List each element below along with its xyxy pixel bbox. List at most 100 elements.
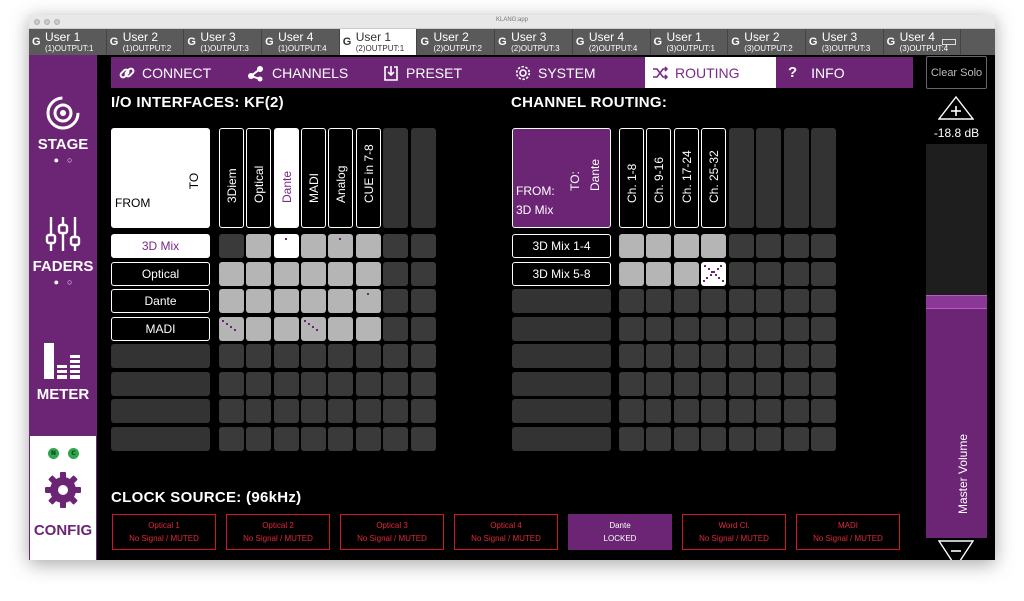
matrix-cell[interactable] xyxy=(246,427,271,451)
matrix-cell[interactable] xyxy=(356,372,381,396)
matrix-cell[interactable] xyxy=(328,427,353,451)
user-tab[interactable]: G User 1 (3)OUTPUT:1 xyxy=(651,29,729,55)
matrix-cell[interactable] xyxy=(328,344,353,368)
matrix-cell[interactable] xyxy=(274,344,299,368)
matrix-cell[interactable] xyxy=(619,262,644,286)
matrix-cell[interactable] xyxy=(619,427,644,451)
matrix-cell[interactable] xyxy=(811,317,836,341)
matrix-cell[interactable] xyxy=(701,372,726,396)
matrix-cell[interactable] xyxy=(729,262,754,286)
matrix-cell[interactable] xyxy=(219,234,244,258)
clock-source-button[interactable]: Optical 4 No Signal / MUTED xyxy=(454,514,558,550)
matrix-cell[interactable] xyxy=(411,289,436,313)
matrix-cell[interactable] xyxy=(756,262,781,286)
matrix-cell[interactable] xyxy=(383,317,408,341)
matrix-cell[interactable] xyxy=(646,399,671,423)
matrix-cell[interactable] xyxy=(219,262,244,286)
matrix-cell[interactable] xyxy=(246,289,271,313)
matrix-cell[interactable] xyxy=(383,234,408,258)
matrix-cell[interactable] xyxy=(356,399,381,423)
matrix-cell[interactable] xyxy=(219,289,244,313)
matrix-cell[interactable] xyxy=(356,234,381,258)
user-tab[interactable]: G User 3 (1)OUTPUT:3 xyxy=(184,29,263,55)
matrix-cell[interactable] xyxy=(674,372,699,396)
tab-info[interactable]: ? INFO xyxy=(776,57,913,88)
matrix-cell[interactable] xyxy=(674,289,699,313)
matrix-cell[interactable] xyxy=(674,262,699,286)
matrix-cell[interactable] xyxy=(619,317,644,341)
matrix-cell[interactable] xyxy=(356,427,381,451)
column-header[interactable]: Ch. 17-24 xyxy=(674,128,699,228)
matrix-cell[interactable] xyxy=(301,317,326,341)
row-label[interactable]: 3D Mix 5-8 xyxy=(512,262,611,286)
matrix-cell[interactable] xyxy=(328,372,353,396)
matrix-cell[interactable] xyxy=(674,317,699,341)
matrix-cell[interactable] xyxy=(383,289,408,313)
matrix-cell[interactable] xyxy=(674,427,699,451)
user-tab[interactable]: G User 4 (3)OUTPUT:4 xyxy=(884,29,962,55)
matrix-cell[interactable] xyxy=(646,344,671,368)
user-tab[interactable]: G User 2 (3)OUTPUT:2 xyxy=(728,29,806,55)
matrix-cell[interactable] xyxy=(729,289,754,313)
matrix-cell[interactable] xyxy=(383,262,408,286)
user-tab[interactable]: G User 1 (2)OUTPUT:1 xyxy=(339,29,418,55)
user-tab[interactable]: G User 4 (1)OUTPUT:4 xyxy=(262,29,340,55)
matrix-cell[interactable] xyxy=(246,262,271,286)
matrix-cell[interactable] xyxy=(729,427,754,451)
matrix-cell[interactable] xyxy=(246,234,271,258)
column-header[interactable]: Ch. 9-16 xyxy=(646,128,671,228)
matrix-cell[interactable] xyxy=(811,344,836,368)
matrix-cell[interactable] xyxy=(756,399,781,423)
matrix-cell[interactable] xyxy=(646,317,671,341)
matrix-cell[interactable] xyxy=(383,372,408,396)
matrix-cell[interactable] xyxy=(729,344,754,368)
clock-source-button[interactable]: Dante LOCKED xyxy=(568,514,672,550)
matrix-cell[interactable] xyxy=(701,317,726,341)
matrix-cell[interactable] xyxy=(619,289,644,313)
matrix-cell[interactable] xyxy=(811,372,836,396)
column-header[interactable]: CUE in 7-8 xyxy=(356,128,381,228)
matrix-cell[interactable] xyxy=(784,289,809,313)
matrix-cell[interactable] xyxy=(619,234,644,258)
row-label[interactable]: 3D Mix xyxy=(111,234,210,258)
matrix-cell[interactable] xyxy=(756,317,781,341)
matrix-cell[interactable] xyxy=(274,317,299,341)
column-header[interactable]: Ch. 1-8 xyxy=(619,128,644,228)
matrix-cell[interactable] xyxy=(784,344,809,368)
matrix-cell[interactable] xyxy=(756,344,781,368)
matrix-cell[interactable] xyxy=(646,289,671,313)
tab-routing[interactable]: ROUTING xyxy=(645,57,776,88)
matrix-cell[interactable] xyxy=(219,317,244,341)
clock-source-button[interactable]: MADI No Signal / MUTED xyxy=(796,514,900,550)
matrix-cell[interactable] xyxy=(411,317,436,341)
matrix-cell[interactable] xyxy=(756,289,781,313)
sidebar-item-stage[interactable]: STAGE ●○ xyxy=(29,95,97,165)
matrix-cell[interactable] xyxy=(411,427,436,451)
matrix-cell[interactable] xyxy=(729,317,754,341)
matrix-cell[interactable] xyxy=(701,289,726,313)
matrix-cell[interactable] xyxy=(674,234,699,258)
matrix-cell[interactable] xyxy=(756,234,781,258)
matrix-cell[interactable] xyxy=(219,372,244,396)
matrix-cell[interactable] xyxy=(383,399,408,423)
clock-source-button[interactable]: Optical 3 No Signal / MUTED xyxy=(340,514,444,550)
matrix-cell[interactable] xyxy=(784,427,809,451)
column-header[interactable]: Dante xyxy=(274,128,299,228)
matrix-cell[interactable] xyxy=(301,427,326,451)
matrix-cell[interactable] xyxy=(383,427,408,451)
clear-solo-button[interactable]: Clear Solo xyxy=(926,56,987,89)
sidebar-item-config[interactable]: N C CONFIG xyxy=(30,436,96,560)
matrix-cell[interactable] xyxy=(811,234,836,258)
tab-preset[interactable]: PRESET xyxy=(377,57,514,88)
matrix-cell[interactable] xyxy=(811,427,836,451)
matrix-cell[interactable] xyxy=(246,399,271,423)
matrix-cell[interactable] xyxy=(219,399,244,423)
matrix-cell[interactable] xyxy=(811,262,836,286)
matrix-cell[interactable] xyxy=(356,262,381,286)
matrix-cell[interactable] xyxy=(274,234,299,258)
matrix-cell[interactable] xyxy=(674,344,699,368)
user-tab[interactable]: G User 4 (2)OUTPUT:4 xyxy=(573,29,651,55)
matrix-cell[interactable] xyxy=(646,262,671,286)
matrix-cell[interactable] xyxy=(328,234,353,258)
user-tab[interactable]: G User 3 (2)OUTPUT:3 xyxy=(495,29,573,55)
